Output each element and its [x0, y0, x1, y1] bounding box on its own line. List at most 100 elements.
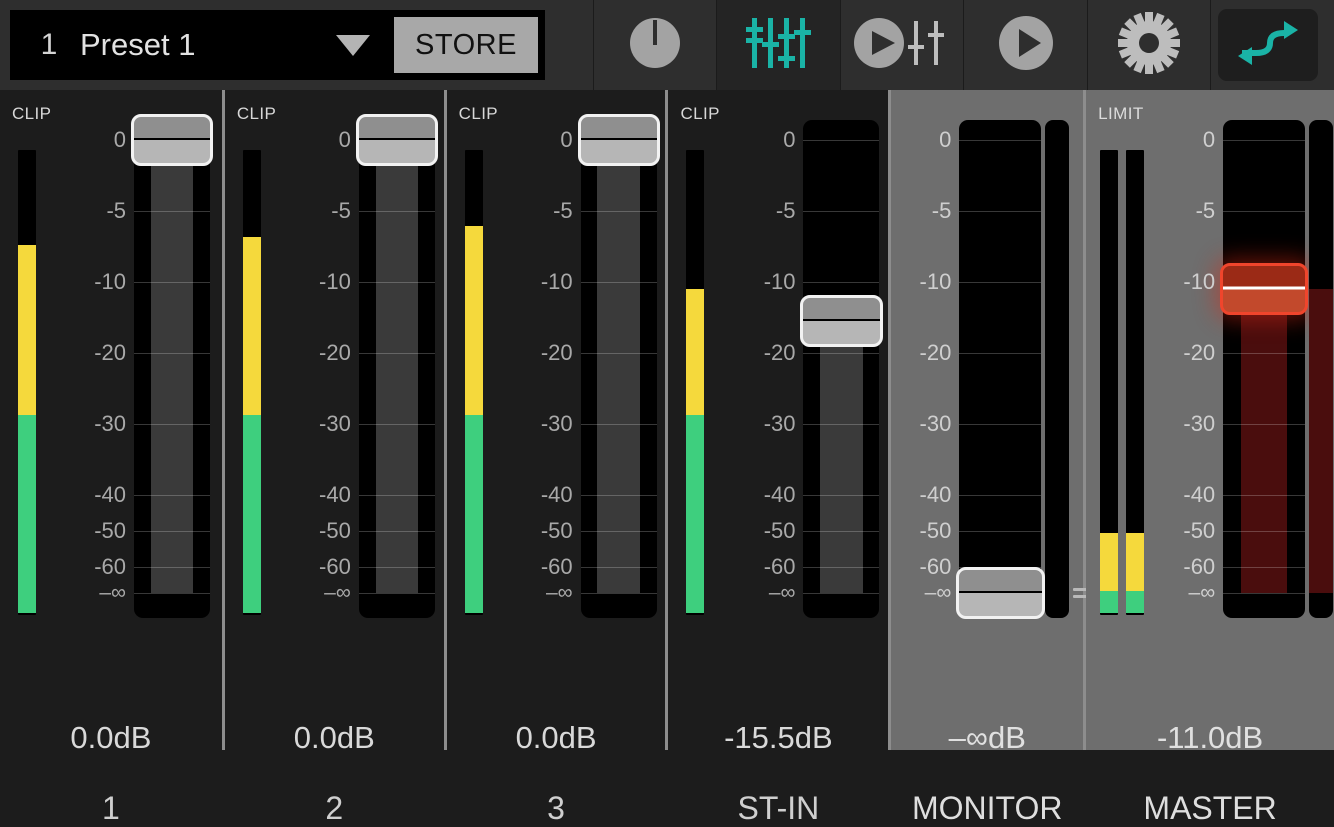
fader-gridline: [580, 211, 657, 212]
scale-tick: –∞: [324, 581, 351, 604]
fader-track[interactable]: [580, 120, 657, 618]
toolbar-header: 1 Preset 1 STORE: [0, 0, 1334, 90]
scale-tick: -40: [319, 482, 351, 507]
scale-tick: -50: [540, 518, 573, 543]
fader-ch2[interactable]: [355, 114, 438, 618]
gear-icon: [1118, 11, 1181, 79]
chevron-down-icon[interactable]: [336, 34, 370, 56]
fader-track[interactable]: [959, 120, 1042, 618]
scale-tick: -30: [919, 411, 952, 436]
scale-tick: -30: [763, 411, 796, 436]
fader-gridline: [1223, 593, 1306, 594]
fader-st-in[interactable]: [800, 120, 883, 618]
fader-fill: [150, 140, 194, 593]
channel-name-label[interactable]: 1: [0, 790, 222, 827]
fader-ch1[interactable]: [130, 114, 214, 618]
scale-tick: -40: [919, 482, 952, 507]
fader-gridline: [803, 531, 880, 532]
mixer-strips: CLIP 0 -5 -10 -20 -30 -40 -50 -60 –∞ 0.0dB 1 CLIP 0 -5…: [0, 90, 1334, 826]
fader-handle[interactable]: [355, 114, 438, 166]
scale-tick: 0: [338, 127, 351, 152]
side-rail-fill: [1309, 289, 1334, 593]
channel-name-label[interactable]: 3: [447, 790, 666, 827]
toolbar-button-settings[interactable]: [1086, 0, 1211, 90]
fader-track[interactable]: [134, 120, 210, 618]
scale-tick: -10: [763, 269, 796, 294]
fader-gridline: [134, 353, 210, 354]
meter-segment-green: [1100, 591, 1119, 613]
channel-strip-master: LIMIT 0 -5 -10 -20 -30 -40 -50 -60 –∞ -11.0dB MASTE…: [1086, 90, 1334, 826]
fader-gridline: [580, 593, 657, 594]
toolbar-button-play-mixer[interactable]: [839, 0, 964, 90]
play-faders-icon: [852, 15, 952, 76]
fader-gridline: [959, 211, 1042, 212]
scale-tick: -20: [94, 340, 126, 365]
fader-handle[interactable]: [577, 114, 660, 166]
channel-strip-st-in: CLIP 0 -5 -10 -20 -30 -40 -50 -60 –∞ -15.5dB ST-IN: [668, 90, 889, 826]
fader-gridline: [1223, 495, 1306, 496]
channel-name-label[interactable]: MONITOR: [891, 790, 1083, 827]
fader-gridline: [803, 353, 880, 354]
scale-tick: -20: [1183, 340, 1216, 365]
fader-gridline: [580, 495, 657, 496]
fader-handle[interactable]: [130, 114, 214, 166]
preset-section: 1 Preset 1 STORE: [0, 0, 593, 90]
toolbar-button-routing[interactable]: [1210, 0, 1334, 90]
fader-handle[interactable]: [1219, 263, 1309, 316]
channel-name-label[interactable]: ST-IN: [668, 790, 888, 827]
fader-ch3[interactable]: [577, 114, 660, 618]
db-scale: 0 -5 -10 -20 -30 -40 -50 -60 –∞: [447, 90, 573, 604]
fader-gridline: [358, 495, 435, 496]
fader-gridline: [1223, 424, 1306, 425]
channel-name-label[interactable]: MASTER: [1086, 790, 1334, 827]
fader-track[interactable]: [803, 120, 880, 618]
fader-gridline: [959, 140, 1042, 141]
channel-strip-ch1: CLIP 0 -5 -10 -20 -30 -40 -50 -60 –∞ 0.0dB 1: [0, 90, 222, 826]
scale-tick: -5: [106, 198, 126, 223]
fader-gridline: [803, 567, 880, 568]
store-button[interactable]: STORE: [394, 17, 538, 73]
fader-gridline: [134, 593, 210, 594]
fader-gridline: [580, 424, 657, 425]
fader-gridline: [134, 531, 210, 532]
scale-tick: -30: [540, 411, 573, 436]
toolbar-button-play[interactable]: [963, 0, 1087, 90]
fader-handle[interactable]: [800, 295, 883, 348]
toolbar-button-mixer[interactable]: [716, 0, 840, 90]
scale-tick: -40: [94, 482, 126, 507]
routing-icon: [1236, 17, 1300, 74]
fader-track[interactable]: [1223, 120, 1306, 618]
scale-tick: -20: [540, 340, 573, 365]
db-scale: 0 -5 -10 -20 -30 -40 -50 -60 –∞: [668, 90, 796, 604]
fader-gridline: [803, 282, 880, 283]
fader-gridline: [358, 567, 435, 568]
channel-strip-ch2: CLIP 0 -5 -10 -20 -30 -40 -50 -60 –∞ 0.0dB 2: [224, 90, 444, 826]
fader-handle[interactable]: [956, 567, 1045, 619]
scale-tick: -30: [319, 411, 351, 436]
fader-gridline: [959, 495, 1042, 496]
preset-selector[interactable]: 1 Preset 1 STORE: [10, 10, 545, 80]
fader-gridline: [358, 282, 435, 283]
fader-track[interactable]: [358, 120, 435, 618]
channel-name-label[interactable]: 2: [225, 790, 444, 827]
scale-tick: -30: [1183, 411, 1216, 436]
fader-master[interactable]: [1219, 120, 1309, 618]
fader-monitor[interactable]: [956, 120, 1045, 619]
scale-tick: -50: [319, 518, 351, 543]
db-scale: 0 -5 -10 -20 -30 -40 -50 -60 –∞: [225, 90, 351, 604]
fader-db-value: -15.5dB: [724, 720, 833, 755]
scale-tick: -5: [931, 198, 952, 223]
scale-tick: –∞: [924, 581, 952, 604]
scale-tick: -50: [94, 518, 126, 543]
scale-tick: 0: [783, 127, 796, 152]
channel-strip-monitor: 0 -5 -10 -20 -30 -40 -50 -60 –∞ –∞dB MONITOR: [891, 90, 1096, 826]
scale-tick: 0: [113, 127, 126, 152]
scale-tick: -20: [763, 340, 796, 365]
scale-tick: -10: [94, 269, 126, 294]
preset-name: Preset 1: [80, 27, 196, 62]
fader-gridline: [1223, 140, 1306, 141]
scale-tick: -40: [1183, 482, 1216, 507]
toolbar-button-knob[interactable]: [592, 0, 717, 90]
scale-tick: -60: [94, 554, 126, 579]
channel-strip-ch3: CLIP 0 -5 -10 -20 -30 -40 -50 -60 –∞ 0.0dB 3: [446, 90, 666, 826]
